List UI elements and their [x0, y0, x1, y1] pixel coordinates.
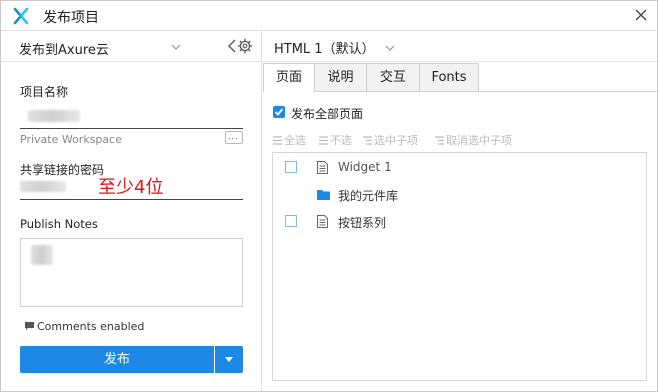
publish-target-select[interactable]: 发布到Axure云: [1, 31, 262, 62]
select-none-label: 不选: [330, 134, 352, 147]
publish-all-label: 发布全部页面: [291, 107, 364, 121]
deselect-children-button[interactable]: 取消选中子项: [435, 132, 512, 148]
tree-row[interactable]: 按钮系列: [273, 210, 646, 234]
divider: [20, 199, 243, 200]
list-icon: [319, 136, 328, 145]
page-checkbox[interactable]: [285, 161, 297, 173]
divider: [20, 128, 243, 129]
tree-item-label: 我的元件库: [338, 189, 399, 203]
more-button[interactable]: ...: [225, 131, 243, 144]
format-select[interactable]: HTML 1（默认）: [263, 31, 657, 62]
project-name-field[interactable]: [20, 101, 243, 129]
redacted-text: [28, 110, 80, 122]
caret-down-icon: [225, 357, 233, 362]
redacted-text: [31, 245, 53, 265]
project-name-label: 项目名称: [20, 85, 69, 99]
page-tree: Widget 1 我的元件库 按钮系列: [272, 152, 647, 381]
check-icon: [274, 108, 284, 116]
tree-item-label: 按钮系列: [338, 216, 387, 230]
back-icon[interactable]: [227, 39, 237, 53]
publish-button[interactable]: 发布: [20, 346, 214, 373]
deselect-children-label: 取消选中子项: [446, 134, 512, 147]
publish-options-button[interactable]: [215, 346, 243, 373]
comment-icon: [25, 322, 34, 330]
tree-list-icon: [435, 136, 444, 145]
tab-notes[interactable]: 说明: [314, 63, 367, 92]
tab-divider: [263, 91, 657, 92]
more-button-label: ...: [228, 132, 239, 141]
select-children-button[interactable]: 选中子项: [363, 132, 418, 148]
publish-notes-textarea[interactable]: [20, 238, 243, 307]
select-children-label: 选中子项: [374, 134, 418, 147]
page-icon: [317, 215, 328, 228]
list-icon: [273, 136, 282, 145]
tab-line-mask: [264, 91, 314, 92]
format-label: HTML 1（默认）: [274, 42, 375, 57]
left-panel: 发布到Axure云 项目名称 Private Workspace ... 共享链…: [1, 31, 262, 391]
page-icon: [317, 161, 328, 174]
axure-logo-icon: [13, 7, 29, 25]
publish-target-label: 发布到Axure云: [19, 43, 109, 58]
comments-label: Comments enabled: [37, 320, 145, 333]
chevron-down-icon: [171, 44, 181, 50]
window-title: 发布项目: [43, 10, 99, 26]
workspace-label: Private Workspace: [20, 133, 122, 146]
tree-list-icon: [363, 136, 372, 145]
title-bar: 发布项目: [1, 1, 657, 31]
publish-all-pages-checkbox[interactable]: 发布全部页面: [273, 105, 363, 122]
password-annotation: 至少4位: [98, 177, 164, 198]
close-icon[interactable]: [633, 7, 649, 23]
comments-status: Comments enabled: [25, 320, 144, 333]
select-all-label: 全选: [284, 134, 306, 147]
publish-dialog: 发布项目 发布到Axure云 项目名称 Private Workspace ..…: [0, 0, 658, 392]
select-all-button[interactable]: 全选: [273, 132, 306, 148]
redacted-text: [20, 181, 66, 192]
checkbox-checked: [273, 106, 285, 118]
chevron-down-icon: [385, 45, 395, 51]
select-none-button[interactable]: 不选: [319, 132, 352, 148]
tree-row[interactable]: Widget 1: [273, 156, 646, 180]
tab-interactions[interactable]: 交互: [366, 63, 420, 92]
folder-icon: [317, 190, 330, 200]
tree-item-label: Widget 1: [338, 160, 392, 174]
tab-pages[interactable]: 页面: [263, 63, 315, 92]
tree-row[interactable]: 我的元件库: [273, 183, 646, 207]
publish-notes-label: Publish Notes: [20, 217, 98, 231]
tab-fonts[interactable]: Fonts: [419, 63, 479, 92]
page-checkbox[interactable]: [285, 215, 297, 227]
right-panel: HTML 1（默认） 页面 说明 交互 Fonts 发布全部页面 全选 不选 选…: [263, 31, 657, 391]
gear-icon[interactable]: [237, 38, 253, 54]
